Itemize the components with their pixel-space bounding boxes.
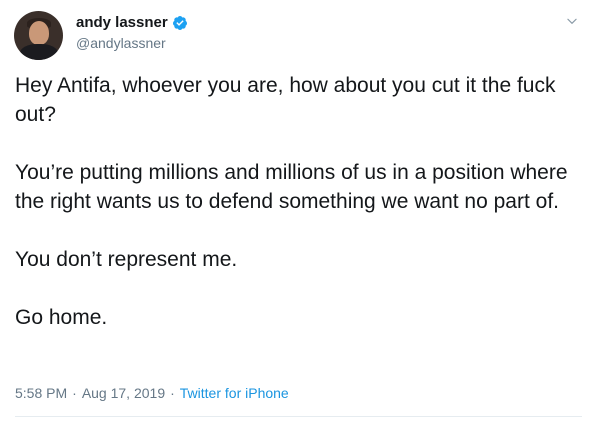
tweet-paragraph: You don’t represent me. [15, 248, 238, 271]
chevron-down-icon[interactable] [565, 14, 579, 28]
tweet-text: Hey Antifa, whoever you are, how about y… [15, 71, 580, 332]
tweet-paragraph: Hey Antifa, whoever you are, how about y… [15, 74, 556, 126]
tweet-time[interactable]: 5:58 PM [15, 385, 67, 401]
avatar-face [29, 21, 49, 45]
meta-separator: · [170, 385, 175, 401]
avatar[interactable] [14, 11, 63, 60]
tweet-paragraph: You’re putting millions and millions of … [15, 161, 568, 213]
verified-badge-icon [172, 16, 187, 30]
meta-separator: · [72, 385, 77, 401]
tweet-paragraph: Go home. [15, 306, 108, 329]
author-display-name[interactable]: andy lassner [76, 14, 168, 32]
tweet-date[interactable]: Aug 17, 2019 [82, 385, 165, 401]
tweet-meta: 5:58 PM · Aug 17, 2019 · Twitter for iPhone [15, 384, 289, 402]
tweet-card: andy lassner @andylassner Hey Antifa, wh… [0, 0, 597, 422]
divider [15, 416, 582, 417]
tweet-source-link[interactable]: Twitter for iPhone [180, 385, 289, 401]
author-handle[interactable]: @andylassner [76, 35, 166, 52]
avatar-shirt [20, 44, 58, 60]
author-name-row: andy lassner [76, 14, 188, 32]
